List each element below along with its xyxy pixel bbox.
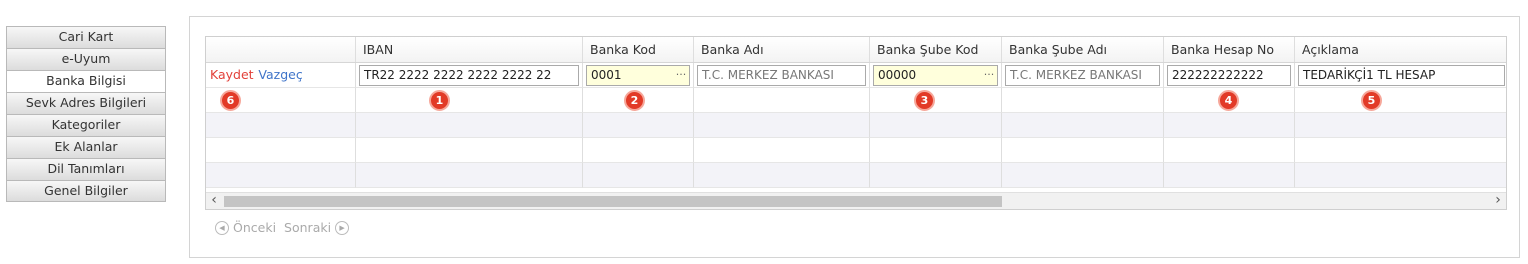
- sube-adi-field: T.C. MERKEZ BANKASI: [1005, 65, 1160, 86]
- tab-kategoriler[interactable]: Kategoriler: [6, 114, 166, 136]
- column-header-sube-kod[interactable]: Banka Şube Kod: [870, 37, 1002, 62]
- tab-ek-alanlar[interactable]: Ek Alanlar: [6, 136, 166, 158]
- row-cell: [206, 163, 356, 188]
- row-cell: [356, 163, 583, 188]
- step-badge-4: 4: [1218, 90, 1239, 111]
- row-cell: 5: [1295, 88, 1506, 113]
- row-cell: 3: [870, 88, 1002, 113]
- banka-adi-field: T.C. MERKEZ BANKASI: [697, 65, 866, 86]
- row-cell: [1295, 138, 1506, 163]
- horizontal-scrollbar[interactable]: ‹ ›: [206, 192, 1506, 209]
- aciklama-input[interactable]: TEDARİKÇİ1 TL HESAP: [1298, 65, 1505, 86]
- cancel-link[interactable]: Vazgeç: [257, 67, 302, 82]
- row-cell: [1002, 163, 1164, 188]
- row-cell: [356, 138, 583, 163]
- scrollbar-thumb[interactable]: [224, 196, 1002, 207]
- row-cell: 1: [356, 88, 583, 113]
- row-cell: [206, 138, 356, 163]
- prev-page-button[interactable]: Önceki: [233, 220, 276, 235]
- banka-kod-lookup-button[interactable]: ···: [673, 66, 689, 85]
- column-header-iban[interactable]: IBAN: [356, 37, 583, 62]
- column-header-sube-adi[interactable]: Banka Şube Adı: [1002, 37, 1164, 62]
- row-cell: [694, 163, 870, 188]
- row-cell: [870, 113, 1002, 138]
- column-header-hesap-no[interactable]: Banka Hesap No: [1164, 37, 1295, 62]
- table-row: [206, 113, 1506, 138]
- next-page-button[interactable]: Sonraki: [284, 220, 331, 235]
- column-header-banka-adi[interactable]: Banka Adı: [694, 37, 870, 62]
- row-cell: [583, 163, 694, 188]
- row-cell: [694, 113, 870, 138]
- sube-kod-cell: 00000 ···: [870, 63, 1002, 88]
- table-row: [206, 138, 1506, 163]
- pager: ◀ Önceki Sonraki ▶: [215, 220, 350, 235]
- step-badge-2: 2: [624, 90, 645, 111]
- row-cell: [1164, 138, 1295, 163]
- tab-menu: Cari Kart e-Uyum Banka Bilgisi Sevk Adre…: [6, 26, 166, 202]
- banka-adi-cell: T.C. MERKEZ BANKASI: [694, 63, 870, 88]
- row-cell: [870, 138, 1002, 163]
- scroll-left-icon[interactable]: ‹: [207, 192, 221, 209]
- row-cell: [206, 113, 356, 138]
- aciklama-cell: TEDARİKÇİ1 TL HESAP: [1295, 63, 1506, 88]
- row-cell: [1164, 163, 1295, 188]
- tab-genel-bilgiler[interactable]: Genel Bilgiler: [6, 180, 166, 202]
- scroll-right-icon[interactable]: ›: [1491, 192, 1505, 209]
- sube-adi-cell: T.C. MERKEZ BANKASI: [1002, 63, 1164, 88]
- row-cell: 4: [1164, 88, 1295, 113]
- edit-row: Kaydet Vazgeç TR22 2222 2222 2222 2222 2…: [206, 63, 1506, 88]
- table-row: [206, 163, 1506, 188]
- tab-dil-tanimlari[interactable]: Dil Tanımları: [6, 158, 166, 180]
- grid-header: IBAN Banka Kod Banka Adı Banka Şube Kod …: [206, 37, 1506, 63]
- row-cell: [1002, 88, 1164, 113]
- step-badge-3: 3: [914, 90, 935, 111]
- tab-cari-kart[interactable]: Cari Kart: [6, 26, 166, 48]
- prev-arrow-icon[interactable]: ◀: [215, 220, 229, 235]
- bank-accounts-grid: IBAN Banka Kod Banka Adı Banka Şube Kod …: [205, 36, 1507, 210]
- tab-e-uyum[interactable]: e-Uyum: [6, 48, 166, 70]
- banka-kod-cell: 0001 ···: [583, 63, 694, 88]
- row-cell: 6: [206, 88, 356, 113]
- table-row: 6 1 2 3 4 5: [206, 88, 1506, 113]
- sube-kod-lookup-button[interactable]: ···: [981, 66, 997, 85]
- row-cell: [1164, 113, 1295, 138]
- row-cell: [583, 113, 694, 138]
- tab-banka-bilgisi[interactable]: Banka Bilgisi: [6, 70, 166, 92]
- row-cell: [694, 138, 870, 163]
- row-cell: [356, 113, 583, 138]
- column-header-aciklama[interactable]: Açıklama: [1295, 37, 1506, 62]
- iban-cell: TR22 2222 2222 2222 2222 22: [356, 63, 583, 88]
- row-cell: [1002, 138, 1164, 163]
- row-cell: [1295, 113, 1506, 138]
- column-header-actions: [206, 37, 356, 62]
- next-arrow-icon[interactable]: ▶: [335, 220, 350, 235]
- iban-input[interactable]: TR22 2222 2222 2222 2222 22: [359, 65, 579, 86]
- row-cell: [1002, 113, 1164, 138]
- tab-sevk-adres-bilgileri[interactable]: Sevk Adres Bilgileri: [6, 92, 166, 114]
- hesap-no-input[interactable]: 222222222222: [1167, 65, 1291, 86]
- row-actions: Kaydet Vazgeç: [206, 63, 356, 88]
- column-header-banka-kod[interactable]: Banka Kod: [583, 37, 694, 62]
- sube-kod-input[interactable]: 00000: [873, 65, 998, 86]
- step-badge-1: 1: [429, 90, 450, 111]
- save-link[interactable]: Kaydet: [209, 67, 254, 82]
- row-cell: [870, 163, 1002, 188]
- hesap-no-cell: 222222222222: [1164, 63, 1295, 88]
- step-badge-5: 5: [1361, 90, 1382, 111]
- row-cell: [583, 138, 694, 163]
- row-cell: 2: [583, 88, 694, 113]
- step-badge-6: 6: [220, 90, 241, 111]
- row-cell: [1295, 163, 1506, 188]
- row-cell: [694, 88, 870, 113]
- bank-info-panel: IBAN Banka Kod Banka Adı Banka Şube Kod …: [189, 16, 1520, 258]
